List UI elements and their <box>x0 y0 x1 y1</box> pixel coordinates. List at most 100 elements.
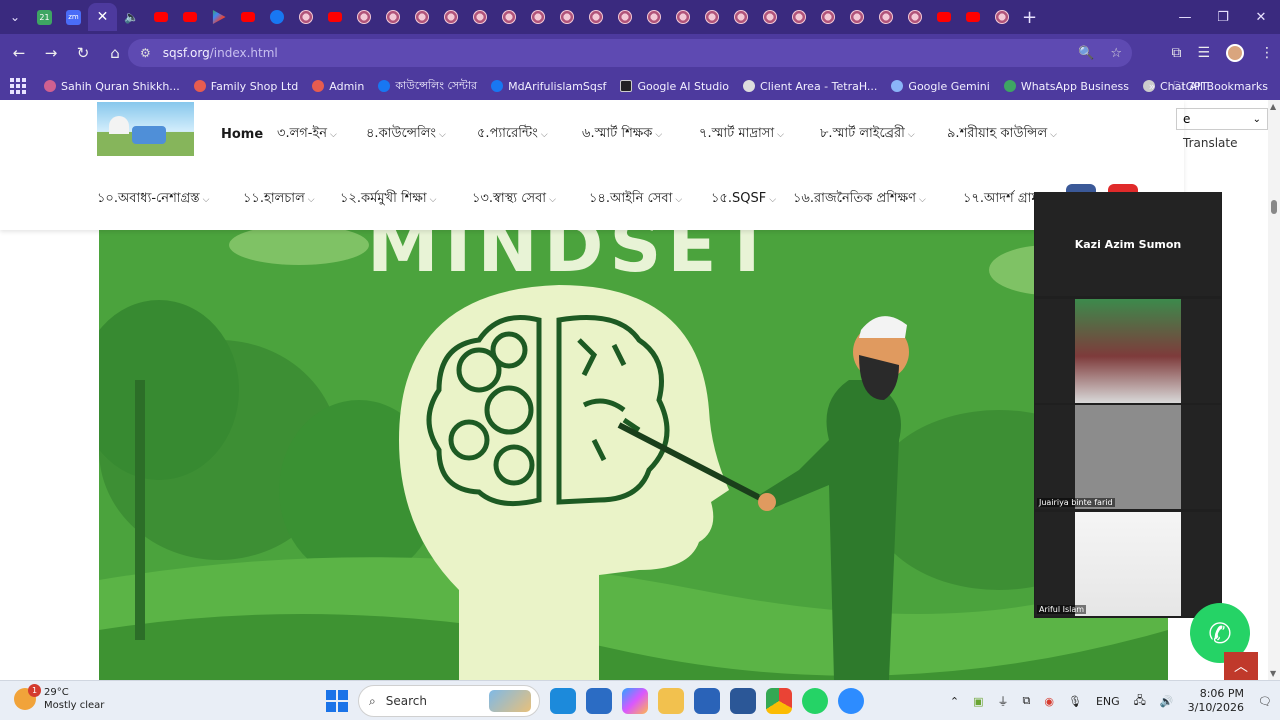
menu-item[interactable]: ১৩.স্বাস্থ্য সেবা ⌵ <box>472 189 589 210</box>
notification-icon[interactable]: 🗨 <box>1258 695 1272 708</box>
restore-icon[interactable]: ❐ <box>1204 0 1242 34</box>
tab-site[interactable] <box>494 3 523 31</box>
bookmark-star-icon[interactable]: ☆ <box>1110 46 1122 61</box>
tab-site[interactable] <box>755 3 784 31</box>
bookmark-item[interactable]: Family Shop Ltd <box>193 80 298 93</box>
url-text[interactable]: sqsf.org/index.html <box>163 46 278 60</box>
windows-start-icon[interactable] <box>326 690 348 712</box>
address-bar[interactable]: ⚙ sqsf.org/index.html 🔍 ☆ <box>128 39 1132 67</box>
file-explorer-icon[interactable] <box>658 688 684 714</box>
menu-item[interactable]: ৭.স্মার্ট মাদ্রাসা ⌵ <box>699 124 820 145</box>
scroll-down-icon[interactable]: ▼ <box>1270 669 1276 678</box>
back-icon[interactable]: ← <box>4 38 34 68</box>
tab-facebook[interactable] <box>262 3 291 31</box>
media-control-icon[interactable]: ☰ <box>1197 45 1210 61</box>
minimize-icon[interactable]: — <box>1166 0 1204 34</box>
tab-site[interactable] <box>697 3 726 31</box>
menu-item[interactable]: ৮.স্মার্ট লাইব্রেরী ⌵ <box>820 124 947 145</box>
tab-zoom[interactable]: zm <box>59 3 88 31</box>
participant-tile[interactable]: Ariful Islam <box>1035 512 1221 616</box>
close-window-icon[interactable]: ✕ <box>1242 0 1280 34</box>
tab-site[interactable] <box>784 3 813 31</box>
participant-tile[interactable]: Juairiya binte farid <box>1035 405 1221 509</box>
tab-site[interactable] <box>639 3 668 31</box>
tab-site[interactable] <box>378 3 407 31</box>
word-icon[interactable] <box>730 688 756 714</box>
menu-item[interactable]: ১৫.SQSF ⌵ <box>711 189 793 210</box>
tab-audio[interactable]: 🔈 <box>117 3 146 31</box>
tab-site[interactable] <box>813 3 842 31</box>
participant-tile[interactable] <box>1035 299 1221 403</box>
tab-youtube[interactable] <box>320 3 349 31</box>
bookmark-item[interactable]: Admin <box>312 80 364 93</box>
tab-site[interactable] <box>436 3 465 31</box>
tab-site[interactable] <box>900 3 929 31</box>
menu-item[interactable]: ১১.হালচাল ⌵ <box>243 189 340 210</box>
tab-play[interactable] <box>204 3 233 31</box>
menu-item[interactable]: ১৬.রাজনৈতিক প্রশিক্ষণ ⌵ <box>793 189 963 210</box>
menu-item[interactable]: ১৪.আইনি সেবা ⌵ <box>589 189 711 210</box>
bookmark-item[interactable]: Client Area - TetraH... <box>743 80 877 93</box>
chrome-icon[interactable] <box>766 688 792 714</box>
tab-site[interactable] <box>987 3 1016 31</box>
tab-whatsapp[interactable]: 21 <box>30 3 59 31</box>
tab-site[interactable] <box>871 3 900 31</box>
zoom-icon[interactable] <box>838 688 864 714</box>
scroll-to-top-button[interactable]: ︿ <box>1224 652 1258 680</box>
tab-youtube[interactable] <box>146 3 175 31</box>
whatsapp-icon[interactable] <box>802 688 828 714</box>
menu-item[interactable]: ৩.লগ-ইন ⌵ <box>277 124 366 145</box>
tab-youtube[interactable] <box>233 3 262 31</box>
language-indicator[interactable]: ENG <box>1096 695 1120 708</box>
menu-item[interactable]: ৪.কাউন্সেলিং ⌵ <box>366 124 477 145</box>
bookmark-item[interactable]: Google AI Studio <box>620 80 729 93</box>
network-icon[interactable]: 🖧 <box>1134 692 1146 711</box>
tab-site[interactable] <box>349 3 378 31</box>
weather-widget[interactable]: 1 29°C Mostly clear <box>14 684 104 712</box>
usb-icon[interactable]: ⏚ <box>998 693 1009 709</box>
language-select[interactable]: e ⌄ <box>1176 108 1268 130</box>
menu-item[interactable]: ১২.কর্মমুখী শিক্ষা ⌵ <box>340 189 472 210</box>
tab-youtube[interactable] <box>929 3 958 31</box>
menu-home[interactable]: Home <box>221 127 277 142</box>
tab-site[interactable] <box>523 3 552 31</box>
tab-site[interactable] <box>610 3 639 31</box>
tray-app-icon[interactable]: ◉ <box>1044 695 1054 708</box>
tab-site[interactable] <box>581 3 610 31</box>
menu-item[interactable]: ১০.অবাধ্য-নেশাগ্রস্ত ⌵ <box>97 189 243 210</box>
forward-icon[interactable]: → <box>36 38 66 68</box>
tray-app-icon[interactable]: ⧉ <box>1023 694 1031 708</box>
close-tab-icon[interactable]: ✕ <box>97 9 109 25</box>
bookmark-item[interactable]: WhatsApp Business <box>1003 80 1129 93</box>
participant-tile-active[interactable]: Kazi Azim Sumon <box>1035 192 1221 296</box>
volume-icon[interactable]: 🔊 <box>1160 695 1174 708</box>
tab-youtube[interactable] <box>958 3 987 31</box>
new-tab-button[interactable]: + <box>1022 7 1037 28</box>
zoom-icon[interactable]: 🔍 <box>1078 46 1094 61</box>
tab-search-chevron-icon[interactable]: ⌄ <box>0 0 30 34</box>
site-info-icon[interactable]: ⚙ <box>140 46 151 60</box>
tab-site[interactable] <box>407 3 436 31</box>
copilot-icon[interactable] <box>622 688 648 714</box>
chevron-right-icon[interactable]: » <box>1149 80 1156 93</box>
tab-site[interactable] <box>668 3 697 31</box>
bookmark-item[interactable]: Sahih Quran Shikkh... <box>44 80 180 93</box>
page-scrollbar[interactable]: ▲ ▼ <box>1268 100 1280 680</box>
tab-site[interactable] <box>726 3 755 31</box>
menu-item[interactable]: ৫.প্যারেন্টিং ⌵ <box>477 124 582 145</box>
tab-site[interactable] <box>842 3 871 31</box>
bookmark-item[interactable]: Google Gemini <box>891 80 990 93</box>
scroll-up-icon[interactable]: ▲ <box>1270 102 1276 111</box>
bookmark-item[interactable]: কাউন্সেলিং সেন্টার <box>378 77 477 96</box>
tab-youtube[interactable] <box>175 3 204 31</box>
chevron-up-icon[interactable]: ⌃ <box>950 695 959 708</box>
tab-site[interactable] <box>465 3 494 31</box>
store-icon[interactable] <box>694 688 720 714</box>
menu-item[interactable]: ৬.স্মার্ট শিক্ষক ⌵ <box>582 124 699 145</box>
scrollbar-thumb[interactable] <box>1271 200 1277 214</box>
microphone-icon[interactable]: 🎙 <box>1068 695 1082 708</box>
tab-site[interactable] <box>552 3 581 31</box>
home-icon[interactable]: ⌂ <box>100 38 130 68</box>
menu-kebab-icon[interactable]: ⋮ <box>1260 45 1274 61</box>
apps-grid-icon[interactable] <box>10 78 26 94</box>
